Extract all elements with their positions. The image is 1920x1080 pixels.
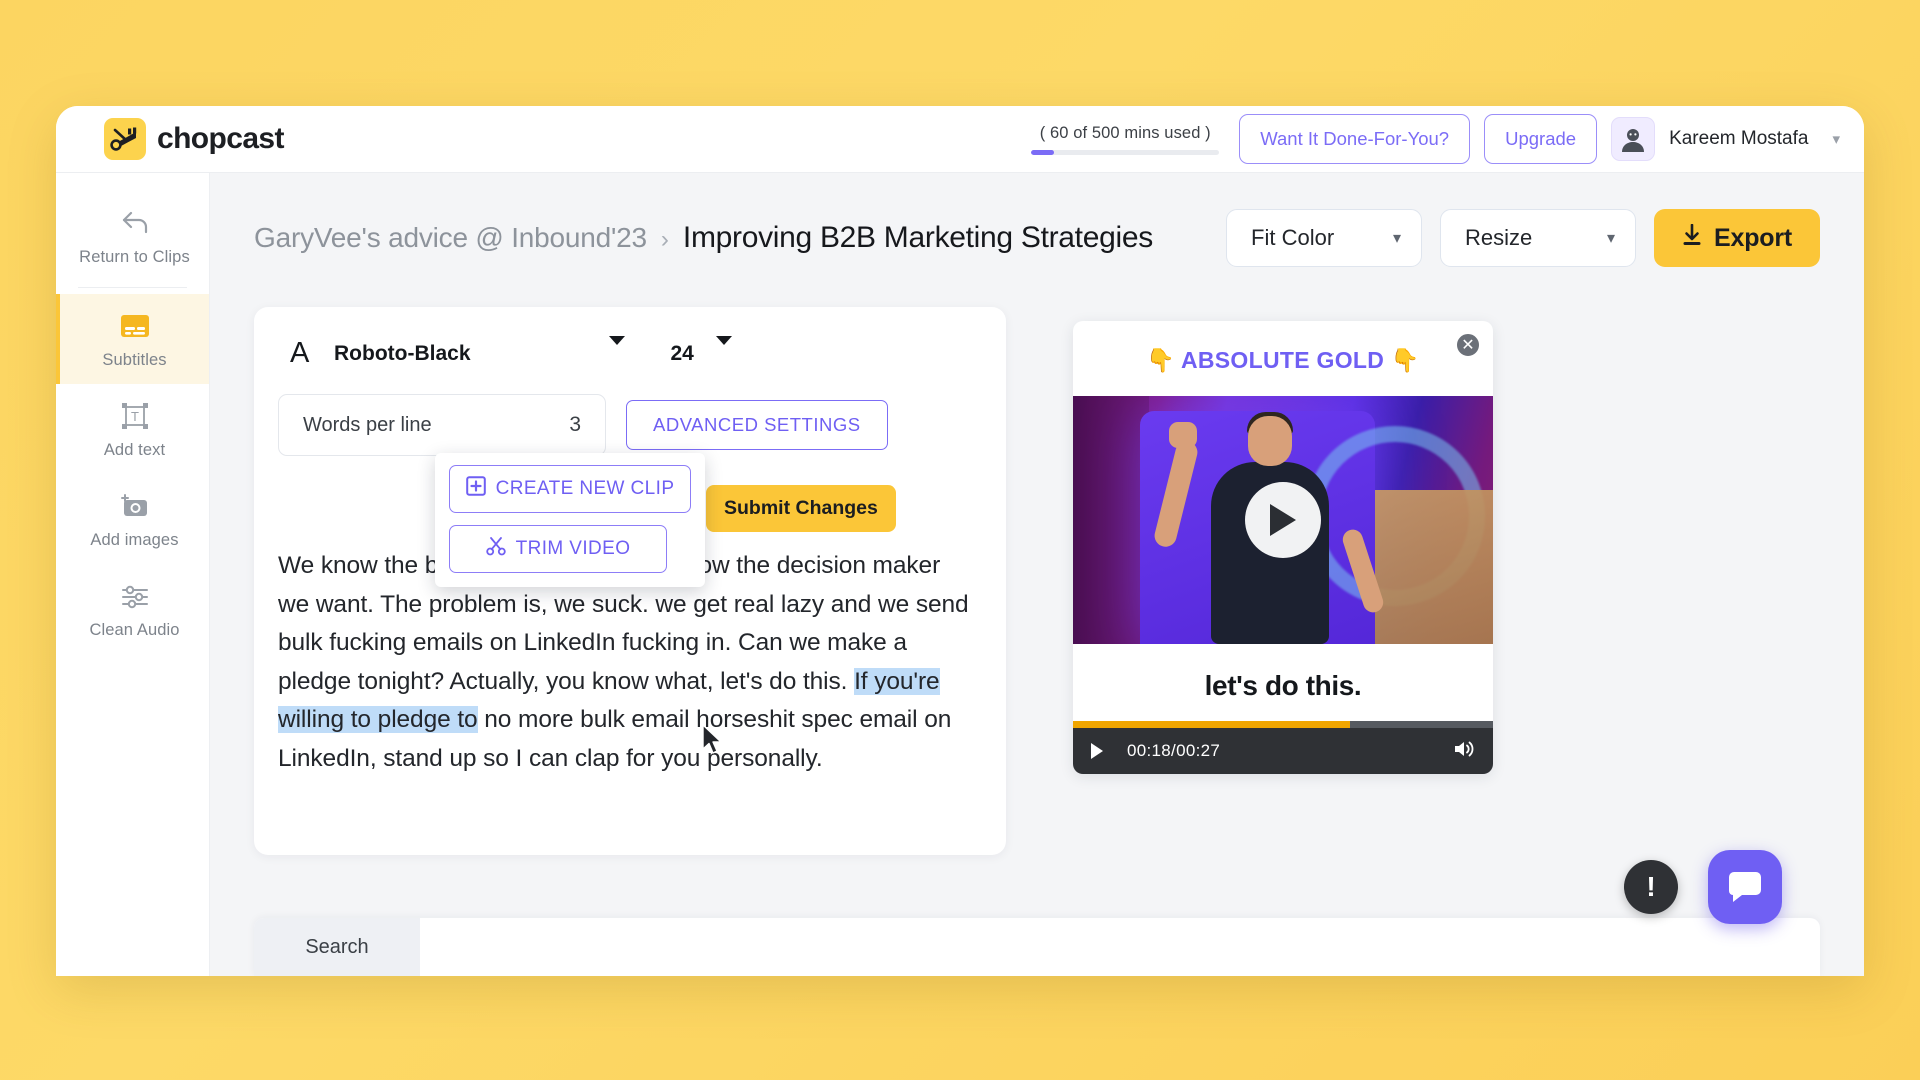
- app-body: Return to Clips Subtitles T Add text Add…: [56, 173, 1864, 976]
- sidebar: Return to Clips Subtitles T Add text Add…: [56, 173, 210, 976]
- user-name: Kareem Mostafa: [1669, 128, 1809, 149]
- scissors-film-icon: [104, 118, 146, 160]
- words-per-line-input[interactable]: Words per line 3: [278, 394, 606, 456]
- video-caption: let's do this.: [1204, 670, 1362, 701]
- top-bar: chopcast ( 60 of 500 mins used ) Want It…: [56, 106, 1864, 173]
- fit-color-select[interactable]: Fit Color ▾: [1226, 209, 1423, 267]
- usage-text: ( 60 of 500 mins used ): [1039, 123, 1211, 142]
- advanced-settings-button[interactable]: ADVANCED SETTINGS: [626, 400, 888, 450]
- sidebar-item-add-text[interactable]: T Add text: [56, 384, 209, 474]
- video-progress-bar[interactable]: [1073, 721, 1493, 728]
- font-size-select[interactable]: 24: [670, 335, 732, 366]
- brand-logo[interactable]: chopcast: [104, 118, 285, 160]
- search-button[interactable]: Search: [254, 918, 420, 976]
- sidebar-item-label: Add images: [90, 531, 179, 549]
- play-icon[interactable]: [1089, 742, 1105, 760]
- usage-progress-fill: [1031, 149, 1054, 155]
- close-icon[interactable]: ✕: [1455, 332, 1481, 358]
- breadcrumb: GaryVee's advice @ Inbound'23 › Improvin…: [254, 221, 1153, 255]
- video-controls-bar: 00:18/00:27: [1073, 721, 1493, 774]
- selection-context-menu: CREATE NEW CLIP TRIM VIDEO: [435, 453, 705, 587]
- play-icon[interactable]: [1245, 482, 1321, 558]
- main-header: GaryVee's advice @ Inbound'23 › Improvin…: [210, 173, 1864, 267]
- download-icon: [1682, 223, 1702, 253]
- font-controls-row: A Roboto-Black 24: [254, 307, 1006, 370]
- video-thumbnail[interactable]: [1073, 396, 1493, 644]
- sliders-icon: [66, 580, 203, 612]
- trim-video-button[interactable]: TRIM VIDEO: [449, 525, 667, 573]
- brand-name: chopcast: [157, 122, 285, 155]
- usage-meter: ( 60 of 500 mins used ): [1031, 123, 1220, 155]
- sidebar-item-label: Clean Audio: [89, 621, 180, 639]
- preview-title: 👇 ABSOLUTE GOLD 👇: [1146, 347, 1420, 373]
- chevron-down-icon: ▾: [1606, 230, 1616, 247]
- resize-select[interactable]: Resize ▾: [1440, 209, 1637, 267]
- subtitle-editor-card: A Roboto-Black 24 Words per line 3 ADVAN…: [254, 307, 1006, 855]
- svg-text:T: T: [131, 409, 139, 424]
- sidebar-item-clean-audio[interactable]: Clean Audio: [56, 564, 209, 654]
- subtitles-icon: [66, 310, 203, 342]
- sidebar-item-label: Add text: [103, 441, 166, 459]
- done-for-you-button[interactable]: Want It Done-For-You?: [1239, 114, 1471, 164]
- sidebar-item-label: Return to Clips: [79, 248, 190, 266]
- chevron-down-icon: [608, 335, 625, 363]
- words-per-line-row: Words per line 3 ADVANCED SETTINGS: [254, 370, 1006, 456]
- breadcrumb-parent[interactable]: GaryVee's advice @ Inbound'23: [254, 222, 647, 254]
- volume-icon[interactable]: [1453, 739, 1477, 764]
- chevron-down-icon: ▾: [1392, 230, 1402, 247]
- export-button[interactable]: Export: [1654, 209, 1820, 267]
- text-box-icon: T: [66, 400, 203, 432]
- avatar[interactable]: [1611, 117, 1656, 161]
- trim-video-label: TRIM VIDEO: [515, 538, 631, 559]
- plus-square-icon: [465, 476, 486, 502]
- bottom-search-bar: Search: [254, 918, 1820, 976]
- sidebar-item-subtitles[interactable]: Subtitles: [56, 294, 209, 384]
- video-preview-card: ✕ 👇 ABSOLUTE GOLD 👇 let's do this. 00:18…: [1073, 321, 1493, 774]
- back-arrow-icon: [66, 207, 203, 239]
- font-size-value: 24: [670, 341, 694, 365]
- stage-left-panel: [1073, 396, 1149, 644]
- chevron-down-icon: [715, 335, 732, 363]
- sidebar-item-add-images[interactable]: Add images: [56, 474, 209, 564]
- chat-bubble-icon[interactable]: [1708, 850, 1782, 924]
- sidebar-item-label: Subtitles: [102, 351, 167, 369]
- words-per-line-label: Words per line: [303, 413, 432, 436]
- camera-plus-icon: [66, 490, 203, 522]
- video-time: 00:18/00:27: [1127, 741, 1221, 760]
- create-new-clip-label: CREATE NEW CLIP: [495, 478, 675, 499]
- sidebar-divider: [78, 287, 187, 288]
- stage-right-panel: [1375, 490, 1493, 644]
- scissors-icon: [485, 536, 506, 562]
- font-family-value: Roboto-Black: [334, 341, 471, 365]
- fit-color-label: Fit Color: [1251, 225, 1335, 250]
- chevron-down-icon[interactable]: ▾: [1832, 130, 1840, 148]
- usage-progress-bar: [1031, 149, 1220, 155]
- font-family-select[interactable]: Roboto-Black: [334, 335, 625, 366]
- sidebar-item-return-to-clips[interactable]: Return to Clips: [56, 191, 209, 281]
- header-actions: Fit Color ▾ Resize ▾ Export: [1226, 209, 1820, 267]
- exclamation-icon[interactable]: !: [1624, 860, 1678, 914]
- export-label: Export: [1714, 223, 1792, 252]
- font-letter-icon: A: [290, 337, 310, 369]
- resize-label: Resize: [1465, 225, 1533, 250]
- breadcrumb-separator-icon: ›: [660, 226, 669, 253]
- main-content: GaryVee's advice @ Inbound'23 › Improvin…: [210, 173, 1864, 976]
- upgrade-button[interactable]: Upgrade: [1484, 114, 1598, 164]
- video-progress-fill: [1073, 721, 1351, 728]
- submit-changes-button[interactable]: Submit Changes: [706, 485, 896, 532]
- app-window: chopcast ( 60 of 500 mins used ) Want It…: [56, 106, 1864, 976]
- speaker-head: [1248, 416, 1293, 466]
- mouse-cursor-icon: [701, 724, 723, 761]
- speaker-fist: [1169, 422, 1197, 448]
- words-per-line-value: 3: [569, 413, 581, 436]
- create-new-clip-button[interactable]: CREATE NEW CLIP: [449, 465, 691, 513]
- page-title: Improving B2B Marketing Strategies: [682, 221, 1153, 254]
- top-bar-actions: ( 60 of 500 mins used ) Want It Done-For…: [1031, 114, 1840, 164]
